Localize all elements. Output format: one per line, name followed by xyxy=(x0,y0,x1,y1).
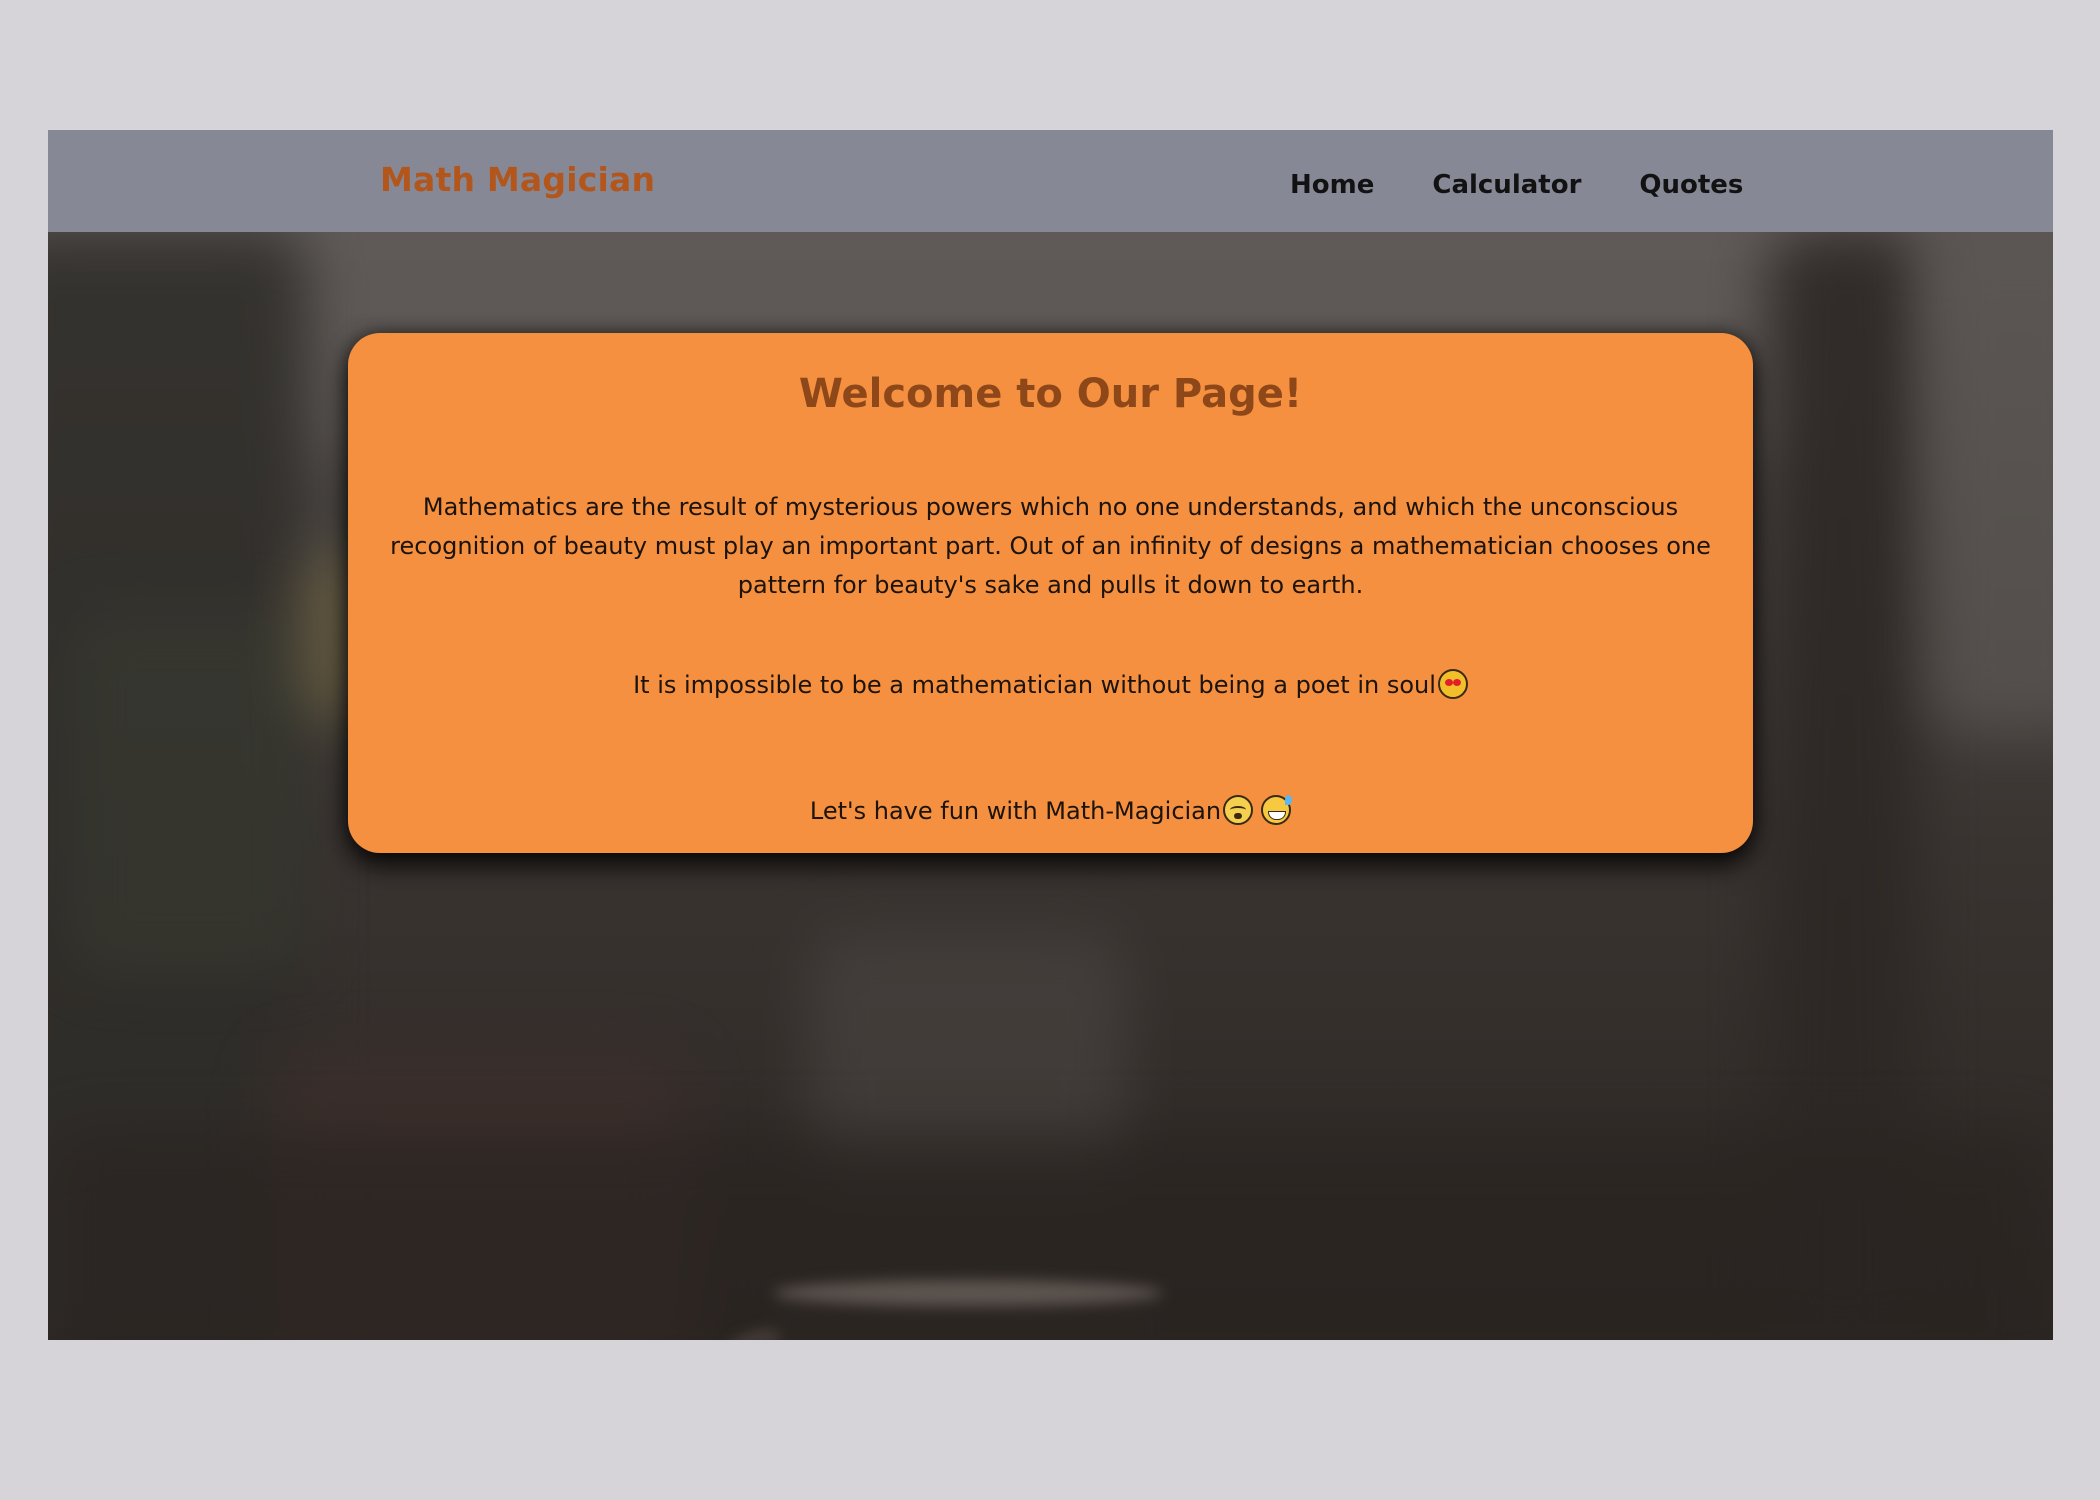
fun-message-line: Let's have fun with Math-Magician xyxy=(348,795,1753,825)
poet-quote-line: It is impossible to be a mathematician w… xyxy=(348,669,1753,699)
background-window-light xyxy=(1928,232,2053,732)
welcome-card: Welcome to Our Page! Mathematics are the… xyxy=(348,333,1753,853)
brand-logo-text[interactable]: Math Magician xyxy=(380,160,655,199)
browser-viewport: Math Magician Home Calculator Quotes Wel… xyxy=(48,130,2053,1340)
nav-links: Home Calculator Quotes xyxy=(1290,170,1743,200)
smiling-face-with-heart-eyes-icon xyxy=(1437,669,1468,699)
top-navbar: Math Magician Home Calculator Quotes xyxy=(48,130,2053,232)
grinning-face-with-sweat-icon xyxy=(1261,795,1293,825)
coffee-mug-blur xyxy=(708,1280,1163,1340)
math-quote-paragraph: Mathematics are the result of mysterious… xyxy=(390,493,1711,599)
background-plant-blur xyxy=(68,612,308,972)
fun-message-text: Let's have fun with Math-Magician xyxy=(809,797,1222,825)
poet-quote-text: It is impossible to be a mathematician w… xyxy=(633,671,1436,699)
loudly-crying-face-icon xyxy=(1223,795,1254,825)
nav-link-calculator[interactable]: Calculator xyxy=(1432,170,1581,200)
nav-link-quotes[interactable]: Quotes xyxy=(1639,170,1743,200)
welcome-title: Welcome to Our Page! xyxy=(798,371,1303,417)
nav-link-home[interactable]: Home xyxy=(1290,170,1374,200)
mug-rim xyxy=(773,1280,1163,1306)
